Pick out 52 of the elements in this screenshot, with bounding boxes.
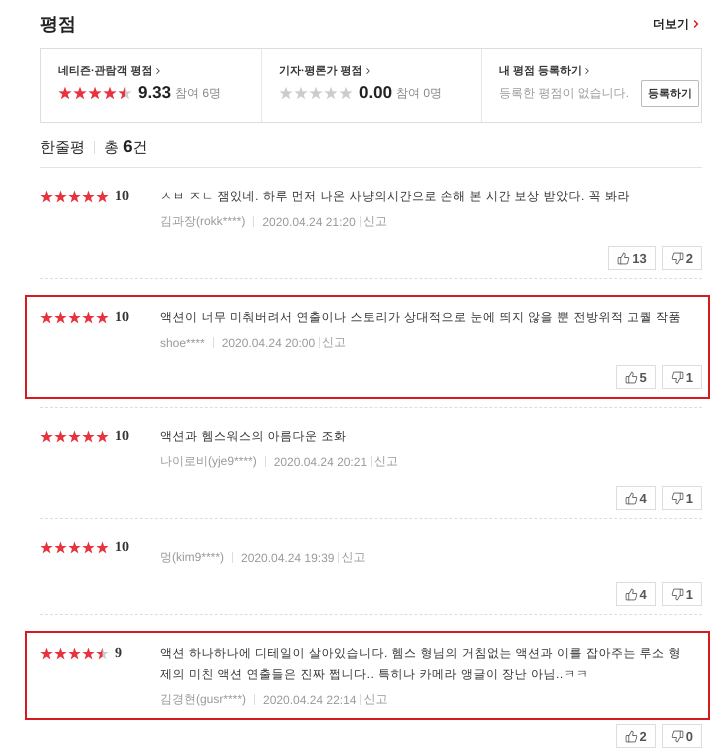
dislike-button[interactable]: 1: [662, 486, 702, 510]
like-button[interactable]: 2: [616, 724, 656, 748]
like-button[interactable]: 4: [616, 582, 656, 606]
review-author: 멍(kim9****): [160, 549, 224, 566]
empty-rating-message: 등록한 평점이 없습니다.: [499, 85, 630, 102]
like-button[interactable]: 5: [616, 365, 656, 389]
dislike-button[interactable]: 1: [662, 582, 702, 606]
average-score: 0.00: [359, 83, 392, 103]
register-rating-link[interactable]: 내 평점 등록하기: [499, 63, 701, 78]
thumbs-down-icon: [670, 370, 684, 384]
thumbs-up-icon: [624, 588, 638, 600]
like-button[interactable]: 13: [608, 246, 656, 270]
review-score: 10: [115, 540, 129, 556]
participant-count: 참여 6명: [175, 84, 222, 102]
rating-link[interactable]: 네티즌·관람객 평점: [58, 63, 261, 78]
average-score: 9.33: [138, 83, 172, 103]
dislike-button[interactable]: 0: [662, 724, 702, 748]
review-author: 나이로비(yje9****): [160, 453, 257, 470]
review-score: 10: [115, 428, 129, 444]
review-date: 2020.04.24 22:14: [263, 692, 356, 706]
thumbs-up-icon: [617, 252, 630, 264]
thumbs-down-icon: [670, 252, 684, 264]
like-button[interactable]: 4: [616, 486, 656, 510]
thumbs-up-icon: [624, 730, 638, 742]
dislike-button[interactable]: 2: [662, 246, 702, 270]
review-date: 2020.04.24 21:20: [262, 214, 356, 228]
dislike-button[interactable]: 1: [662, 365, 702, 389]
participant-count: 참여 0명: [396, 84, 442, 102]
thumbs-up-icon: [624, 370, 638, 384]
review-score: 10: [115, 188, 129, 204]
review-score: 10: [115, 310, 129, 326]
review-text: 액션 하나하나에 디테일이 살아있습니다. 헴스 형님의 거침없는 액션과 이를 잡아주는 루소 형제의 미친 액션 연출들은 진짜 쩝니다.. 특히나 카메라 앵글이 장난 아님..ㅋㅋ: [160, 645, 682, 683]
review-author: shoe****: [160, 336, 205, 350]
review-text: ㅅㅂ ㅈㄴ 잼있네. 하루 먼저 나온 사냥의시간으로 손해 본 시간 보상 받았다. 꼭 봐라: [160, 188, 632, 205]
comments-title: 한줄평: [40, 138, 85, 156]
section-title: 평점: [40, 13, 76, 36]
review-date: 2020.04.24 20:00: [222, 336, 316, 350]
review-date: 2020.04.24 19:39: [241, 550, 334, 564]
rating-link[interactable]: 기자·평론가 평점: [279, 63, 481, 78]
review-author: 김과장(rokk****): [160, 213, 246, 230]
thumbs-down-icon: [670, 730, 684, 742]
thumbs-up-icon: [624, 492, 638, 504]
review-score: 9: [115, 646, 122, 662]
register-button[interactable]: 등록하기: [641, 80, 700, 107]
review-text: 액션과 헴스워스의 아름다운 조화: [160, 428, 348, 445]
more-link[interactable]: 더보기: [653, 16, 702, 32]
thumbs-down-icon: [670, 492, 684, 504]
comment-count: 총 6건: [104, 137, 148, 157]
review-text: 액션이 너무 미춰버려서 연출이나 스토리가 상대적으로 눈에 띄지 않을 뿐 전방위적 고퀄 작품: [160, 309, 682, 326]
thumbs-down-icon: [670, 588, 684, 600]
review-date: 2020.04.24 20:21: [274, 454, 368, 468]
review-author: 김경현(gusr****): [160, 691, 246, 708]
